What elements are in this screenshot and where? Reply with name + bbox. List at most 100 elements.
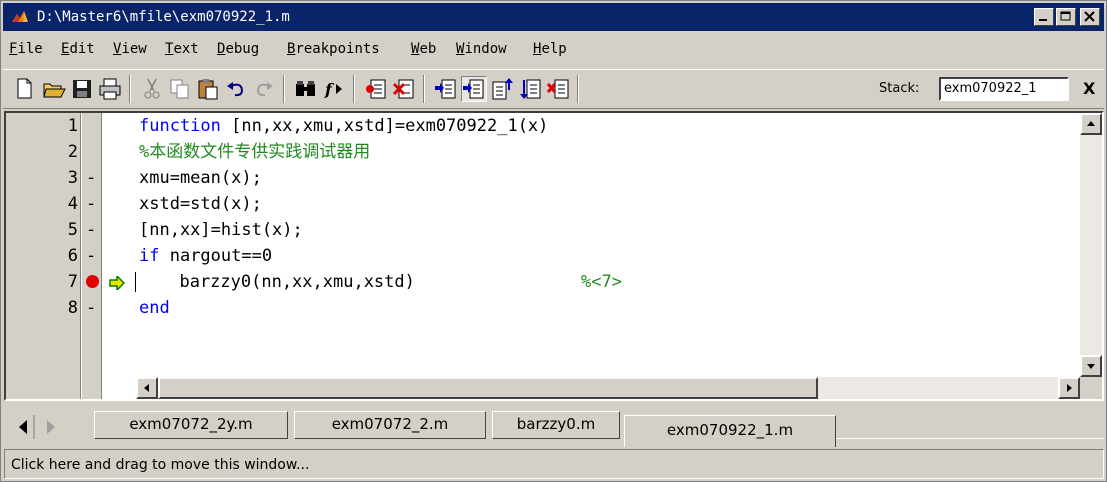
executable-line-marker[interactable]: -	[86, 167, 96, 189]
step-icon[interactable]	[433, 76, 459, 102]
code-line-1[interactable]: 1 function [nn,xx,xmu,xstd]=exm070922_1(…	[6, 113, 1096, 139]
arrow-down-icon	[1087, 364, 1095, 369]
stack-close-button[interactable]: X	[1083, 80, 1095, 98]
breakpoint-icon[interactable]	[86, 275, 99, 288]
function-icon[interactable]: f	[321, 76, 347, 102]
svg-text:f: f	[324, 80, 335, 99]
arrow-left-icon	[144, 384, 149, 392]
text-cursor	[135, 272, 136, 292]
code-text: barzzy0(nn,xx,xmu,xstd)	[159, 272, 415, 292]
triangle-left-icon	[19, 415, 35, 439]
menu-file[interactable]: File	[9, 40, 43, 58]
menu-web[interactable]: Web	[411, 40, 436, 58]
step-out-icon[interactable]	[489, 76, 515, 102]
editor-window: D:\Master6\mfile\exm070922_1.m File Edit…	[0, 0, 1107, 482]
menu-text[interactable]: Text	[165, 40, 199, 58]
executable-line-marker[interactable]: -	[86, 297, 96, 319]
executable-line-marker[interactable]: -	[86, 219, 96, 241]
comment-text: %<7>	[581, 272, 622, 292]
code-line-7[interactable]: 7 barzzy0(nn,xx,xmu,xstd) %<7>	[6, 269, 1096, 295]
menu-debug[interactable]: Debug	[217, 40, 259, 58]
executable-line-marker[interactable]: -	[86, 245, 96, 267]
code-line-2[interactable]: 2 %本函数文件专供实践调试器用	[6, 139, 1096, 165]
code-rest: [nn,xx,xmu,xstd]=exm070922_1(x)	[220, 116, 549, 136]
tab-scroll-right-button[interactable]	[38, 413, 64, 441]
toolbar-separator	[129, 75, 131, 103]
minimize-icon	[1039, 19, 1047, 21]
redo-icon[interactable]	[251, 76, 277, 102]
vertical-scrollbar[interactable]	[1080, 113, 1102, 377]
status-text: Click here and drag to move this window.…	[11, 457, 310, 473]
triangle-right-icon	[47, 420, 55, 434]
undo-icon[interactable]	[223, 76, 249, 102]
title-bar[interactable]: D:\Master6\mfile\exm070922_1.m	[3, 3, 1104, 31]
menu-window[interactable]: Window	[456, 40, 507, 58]
code-text: function [nn,xx,xmu,xstd]=exm070922_1(x)	[139, 115, 548, 137]
code-text: xstd=std(x);	[139, 194, 262, 214]
exit-debug-icon[interactable]	[545, 76, 571, 102]
horizontal-scrollbar[interactable]	[136, 377, 1080, 399]
open-folder-icon[interactable]	[41, 76, 67, 102]
toolbar-separator	[353, 75, 355, 103]
menu-help[interactable]: Help	[533, 40, 567, 58]
paste-icon[interactable]	[195, 76, 221, 102]
copy-icon[interactable]	[167, 76, 193, 102]
window-title: D:\Master6\mfile\exm070922_1.m	[37, 9, 290, 25]
line-number: 2	[67, 142, 78, 162]
status-bar[interactable]: Click here and drag to move this window.…	[4, 449, 1104, 479]
line-number: 3	[67, 168, 78, 188]
keyword: if	[139, 246, 160, 266]
find-binoculars-icon[interactable]	[293, 76, 319, 102]
menu-bar: File Edit View Text Debug Breakpoints We…	[3, 33, 1104, 65]
code-text: end	[139, 297, 170, 319]
clear-breakpoint-icon[interactable]	[391, 76, 417, 102]
tab-scroll-left-button[interactable]	[10, 413, 36, 441]
cut-icon[interactable]	[139, 76, 165, 102]
close-window-button[interactable]	[1080, 8, 1100, 26]
line-number: 6	[67, 246, 78, 266]
code-text: xmu=mean(x);	[139, 168, 262, 188]
tab-exm070922_1[interactable]: exm070922_1.m	[624, 415, 836, 447]
arrow-up-icon	[1087, 121, 1095, 126]
line-number: 7	[67, 272, 78, 292]
code-text: if nargout==0	[139, 245, 272, 267]
code-line-4[interactable]: 4 - xstd=std(x);	[6, 191, 1096, 217]
line-number: 4	[67, 194, 78, 214]
set-breakpoint-icon[interactable]	[363, 76, 389, 102]
minimize-button[interactable]	[1034, 8, 1054, 26]
code-line-6[interactable]: 6 - if nargout==0	[6, 243, 1096, 269]
maximize-button[interactable]	[1056, 8, 1076, 26]
maximize-icon	[1060, 11, 1071, 21]
scroll-left-button[interactable]	[136, 377, 158, 399]
code-line-3[interactable]: 3 - xmu=mean(x);	[6, 165, 1096, 191]
matlab-logo-icon[interactable]	[11, 9, 29, 25]
scroll-right-button[interactable]	[1058, 377, 1080, 399]
toolbar: f Stack: exm070922_1 X	[3, 69, 1104, 109]
code-line-8[interactable]: 8 - end	[6, 295, 1096, 321]
tab-exm07072_2[interactable]: exm07072_2.m	[294, 411, 486, 439]
menu-breakpoints[interactable]: Breakpoints	[287, 40, 380, 58]
new-file-icon[interactable]	[11, 76, 37, 102]
scroll-up-button[interactable]	[1080, 113, 1102, 135]
code-editor[interactable]: 1 function [nn,xx,xmu,xstd]=exm070922_1(…	[4, 111, 1104, 401]
line-number: 5	[67, 220, 78, 240]
arrow-right-icon	[1067, 384, 1072, 392]
tab-barzzy0[interactable]: barzzy0.m	[492, 411, 620, 439]
horizontal-scroll-thumb[interactable]	[158, 377, 818, 399]
continue-icon[interactable]	[517, 76, 543, 102]
menu-view[interactable]: View	[113, 40, 147, 58]
step-in-icon[interactable]	[461, 76, 487, 102]
scroll-down-button[interactable]	[1080, 355, 1102, 377]
executable-line-marker[interactable]: -	[86, 193, 96, 215]
code-text: [nn,xx]=hist(x);	[139, 220, 303, 240]
toolbar-separator	[423, 75, 425, 103]
stack-select[interactable]: exm070922_1	[939, 77, 1069, 101]
tab-exm07072_2y[interactable]: exm07072_2y.m	[94, 411, 288, 439]
code-line-5[interactable]: 5 - [nn,xx]=hist(x);	[6, 217, 1096, 243]
menu-edit[interactable]: Edit	[61, 40, 95, 58]
code-rest: nargout==0	[159, 246, 273, 266]
stack-label: Stack:	[879, 81, 920, 96]
save-disk-icon[interactable]	[69, 76, 95, 102]
print-icon[interactable]	[97, 76, 123, 102]
toolbar-separator	[283, 75, 285, 103]
